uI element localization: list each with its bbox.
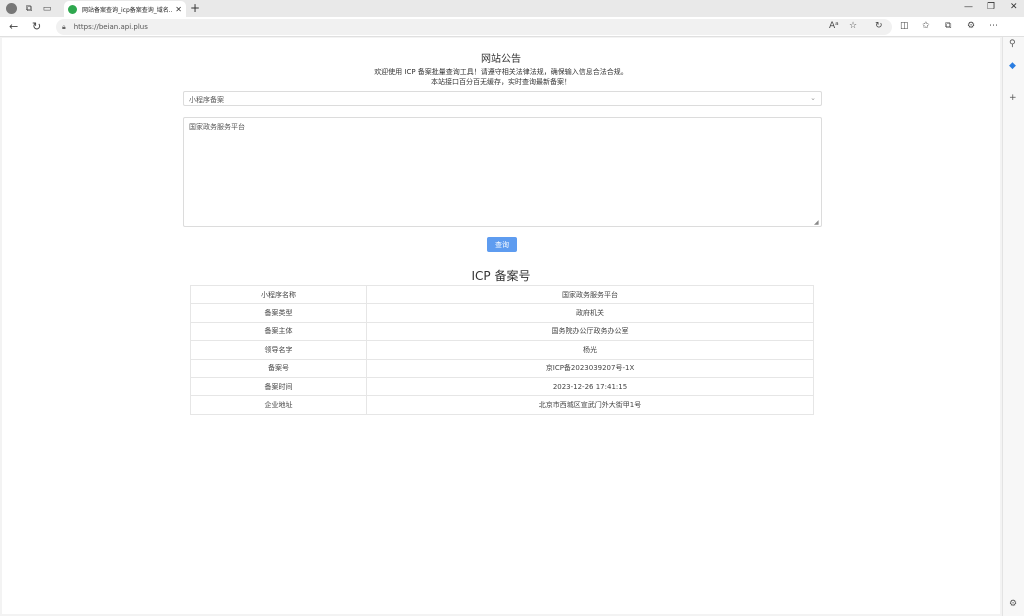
tab-active[interactable]: 网站备案查询_icp备案查询_域名... ✕ <box>64 1 186 17</box>
tab-title: 网站备案查询_icp备案查询_域名... <box>82 6 173 14</box>
browser-sidebar: ⚲ ◆ + ⚙ <box>1002 37 1024 616</box>
read-aloud-icon[interactable]: Aᵃ <box>829 21 839 31</box>
extension-icon[interactable]: ⚙ <box>967 21 975 31</box>
row-value: 2023-12-26 17:41:15 <box>366 376 814 397</box>
row-value: 京ICP备2023039207号-1X <box>366 358 814 378</box>
table-row: 小程序名称 国家政务服务平台 <box>190 284 814 305</box>
row-value: 政府机关 <box>366 303 814 323</box>
table-row: 备案时间 2023-12-26 17:41:15 <box>190 376 814 397</box>
query-button[interactable]: 查询 <box>487 237 517 252</box>
back-icon[interactable]: ← <box>9 20 18 33</box>
row-label: 备案号 <box>190 358 367 378</box>
favorites-icon[interactable]: ✩ <box>922 21 930 31</box>
add-sidebar-app-icon[interactable]: + <box>1009 93 1017 103</box>
row-value: 杨光 <box>366 340 814 360</box>
restore-icon[interactable]: ❐ <box>987 2 995 12</box>
collections-icon[interactable]: ⧉ <box>945 21 951 31</box>
table-row: 领导名字 杨光 <box>190 340 814 360</box>
profile-avatar[interactable] <box>6 3 17 14</box>
refresh-icon[interactable]: ↻ <box>32 20 41 33</box>
table-row: 企业地址 北京市西城区宣武门外大街甲1号 <box>190 395 814 415</box>
more-menu-icon[interactable]: ⋯ <box>989 21 998 31</box>
resize-grip-icon[interactable]: ◢ <box>814 219 819 226</box>
navigation-bar: ← ↻ 🔒︎ https://beian.api.plus Aᵃ ☆ ↻ ◫ ✩… <box>0 17 1024 37</box>
select-value: 小程序备案 <box>189 96 224 104</box>
minimize-icon[interactable]: — <box>964 2 973 12</box>
close-window-icon[interactable]: ✕ <box>1010 2 1018 12</box>
query-textarea[interactable]: 国家政务服务平台 <box>183 117 822 227</box>
row-label: 领导名字 <box>190 340 367 360</box>
address-bar[interactable]: 🔒︎ https://beian.api.plus <box>56 19 892 35</box>
tab-strip: ⧉ ▭ 网站备案查询_icp备案查询_域名... ✕ + — ❐ ✕ <box>0 0 1024 17</box>
table-row: 备案类型 政府机关 <box>190 303 814 323</box>
row-value: 国家政务服务平台 <box>366 284 814 305</box>
row-value: 北京市西城区宣武门外大街甲1号 <box>366 395 814 415</box>
favorite-star-icon[interactable]: ☆ <box>849 21 857 31</box>
split-screen-icon[interactable]: ◫ <box>900 21 909 31</box>
row-label: 备案类型 <box>190 303 367 323</box>
notice-line-2: 本站接口百分百无缓存，实时查询最新备案！ <box>431 78 571 86</box>
notice-line-1: 欢迎使用 ICP 备案批量查询工具！请遵守相关法律法规，确保输入信息合法合规。 <box>374 68 628 76</box>
row-label: 备案时间 <box>190 376 367 397</box>
row-label: 备案主体 <box>190 321 367 342</box>
notice-title: 网站公告 <box>481 54 521 65</box>
page-content: 网站公告 欢迎使用 ICP 备案批量查询工具！请遵守相关法律法规，确保输入信息合… <box>2 38 1000 614</box>
workspaces-icon[interactable]: ⧉ <box>23 3 35 15</box>
refresh-extension-icon[interactable]: ↻ <box>875 21 883 31</box>
row-value: 国务院办公厅政务办公室 <box>366 321 814 342</box>
tab-actions-icon[interactable]: ▭ <box>41 3 53 15</box>
url-text: https://beian.api.plus <box>73 23 148 31</box>
row-label: 小程序名称 <box>190 284 367 305</box>
copilot-icon[interactable]: ◆ <box>1009 61 1016 71</box>
table-row: 备案号 京ICP备2023039207号-1X <box>190 358 814 378</box>
table-row: 备案主体 国务院办公厅政务办公室 <box>190 321 814 342</box>
result-title: ICP 备案号 <box>471 269 531 283</box>
search-icon[interactable]: ⚲ <box>1009 39 1016 49</box>
close-tab-icon[interactable]: ✕ <box>175 5 182 14</box>
settings-gear-icon[interactable]: ⚙ <box>1009 599 1017 609</box>
record-type-select[interactable]: 小程序备案 ⌄ <box>183 91 822 106</box>
lock-icon: 🔒︎ <box>62 22 66 31</box>
new-tab-icon[interactable]: + <box>190 1 200 15</box>
chevron-down-icon: ⌄ <box>810 94 816 102</box>
row-label: 企业地址 <box>190 395 367 415</box>
site-favicon-icon <box>68 4 77 14</box>
result-table: 小程序名称 国家政务服务平台 备案类型 政府机关 备案主体 国务院办公厅政务办公室 领… <box>190 284 814 415</box>
